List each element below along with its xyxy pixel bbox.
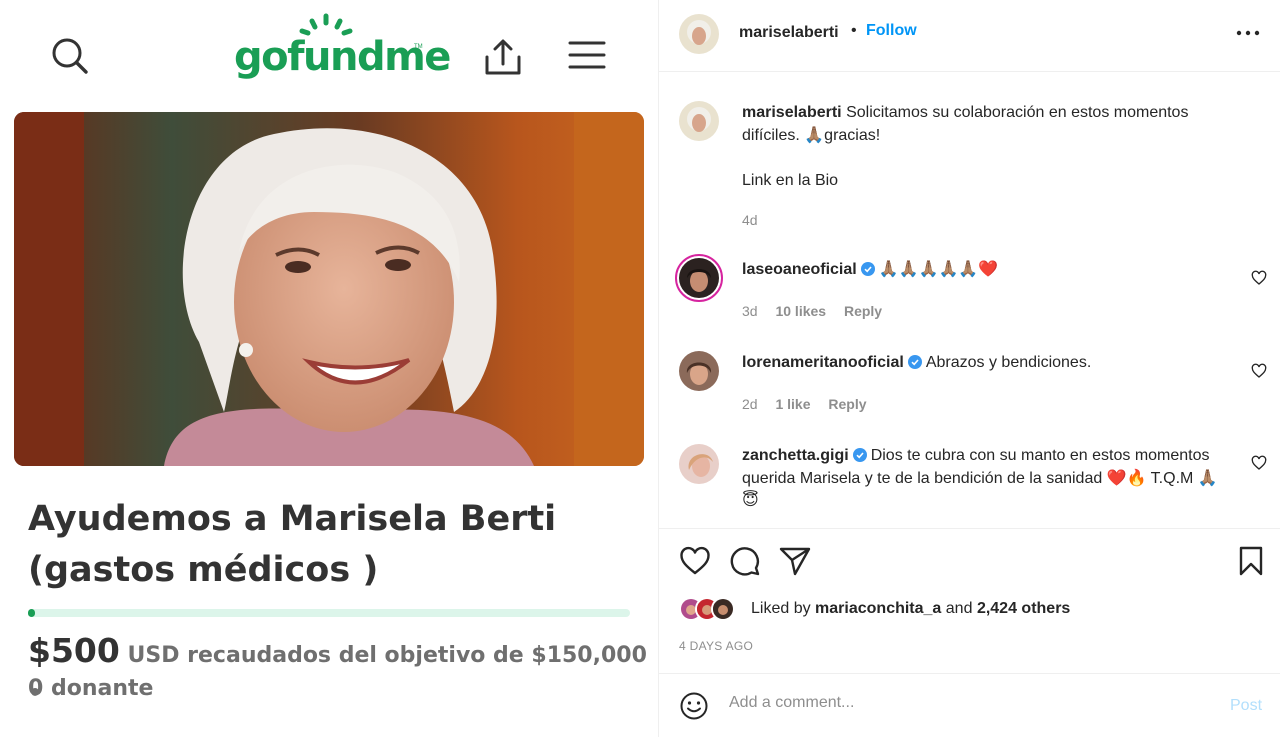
comment-username[interactable]: zanchetta.gigi: [742, 447, 849, 464]
comment-text: 🙏🏽🙏🏽🙏🏽🙏🏽🙏🏽❤️: [878, 261, 999, 278]
gofundme-logo: gofundme TM: [230, 12, 451, 82]
like-comment-icon[interactable]: [1251, 270, 1267, 286]
caption-username[interactable]: mariselaberti: [742, 104, 842, 121]
share-icon: [485, 39, 521, 75]
reply-button[interactable]: Reply: [844, 303, 882, 319]
amount-raised: $500: [28, 631, 120, 670]
gofundme-wordmark: gofundme: [234, 34, 451, 80]
share-icon[interactable]: [779, 545, 811, 577]
comment-meta: 2d 1 like Reply: [742, 396, 881, 412]
verified-badge-icon: [860, 262, 875, 276]
verified-badge-icon: [907, 355, 922, 369]
campaign-progress-fill: [28, 609, 36, 617]
comment-username[interactable]: laseoaneoficial: [742, 261, 857, 278]
comment-item: lorenameritanooficial Abrazos y bendicion…: [742, 352, 1242, 375]
section-divider: [659, 528, 1280, 529]
add-comment-bar: Post: [659, 673, 1280, 737]
search-icon: [52, 38, 88, 74]
comment-item: laseoaneoficial 🙏🏽🙏🏽🙏🏽🙏🏽🙏🏽❤️: [742, 259, 1242, 282]
save-bookmark-icon[interactable]: [1235, 545, 1267, 577]
hamburger-menu-icon: [568, 41, 606, 69]
comment-item: zanchetta.gigi Dios te cubra con su manto…: [742, 445, 1228, 513]
like-comment-icon[interactable]: [1251, 363, 1267, 379]
likes-text: Liked by mariaconchita_a and 2,424 other…: [751, 600, 1070, 618]
comment-likes[interactable]: 1 like: [775, 396, 810, 412]
comment-age: 2d: [742, 396, 758, 412]
comment-avatar[interactable]: [679, 351, 719, 391]
post-caption: mariselaberti Solicitamos su colaboració…: [742, 102, 1242, 147]
trademark-mark: TM: [414, 44, 423, 50]
emoji-icon[interactable]: [679, 691, 709, 721]
post-header: mariselaberti • Follow: [659, 0, 1280, 72]
verified-badge-icon: [852, 448, 867, 462]
like-comment-icon[interactable]: [1251, 455, 1267, 471]
comment-likes[interactable]: 10 likes: [775, 303, 826, 319]
author-username[interactable]: mariselaberti: [739, 24, 839, 42]
first-liker[interactable]: mariaconchita_a: [815, 600, 941, 617]
comment-age: 3d: [742, 303, 758, 319]
post-date: 4 DAYS AGO: [679, 639, 754, 653]
gofundme-header: gofundme TM: [0, 0, 658, 105]
likes-and: and: [945, 600, 973, 617]
campaign-photo: [14, 112, 644, 466]
comment-input[interactable]: [729, 694, 1169, 712]
comment-meta: 3d 10 likes Reply: [742, 303, 896, 319]
comment-avatar[interactable]: [679, 444, 719, 484]
reply-button[interactable]: Reply: [828, 396, 866, 412]
more-options-icon[interactable]: [1235, 20, 1261, 46]
follow-button[interactable]: Follow: [866, 22, 917, 40]
donor-count: 0 donante: [28, 676, 154, 701]
caption-second-line: Link en la Bio: [742, 172, 839, 189]
liked-by-label: Liked by: [751, 600, 811, 617]
comment-username[interactable]: lorenameritanooficial: [742, 354, 904, 371]
liker-avatar: [711, 597, 735, 621]
others-count[interactable]: 2,424 others: [977, 600, 1070, 617]
caption-age: 4d: [742, 212, 758, 228]
post-image: gofundme TM Ayudemos a Marisela Berti (g…: [0, 0, 658, 737]
comment-text: Abrazos y bendiciones.: [925, 354, 1092, 371]
instagram-post-panel: mariselaberti • Follow mariselaberti Sol…: [658, 0, 1280, 737]
caption-author-avatar[interactable]: [679, 101, 719, 141]
separator-dot: •: [851, 22, 857, 39]
author-avatar[interactable]: [679, 14, 719, 54]
comment-icon[interactable]: [729, 545, 761, 577]
campaign-title: Ayudemos a Marisela Berti (gastos médico…: [28, 499, 557, 590]
campaign-progress-bar: [28, 609, 630, 617]
comment-avatar[interactable]: [675, 254, 723, 302]
post-comment-button[interactable]: Post: [1230, 697, 1262, 715]
like-icon[interactable]: [679, 545, 711, 577]
likes-summary: Liked by mariaconchita_a and 2,424 other…: [679, 597, 1239, 621]
